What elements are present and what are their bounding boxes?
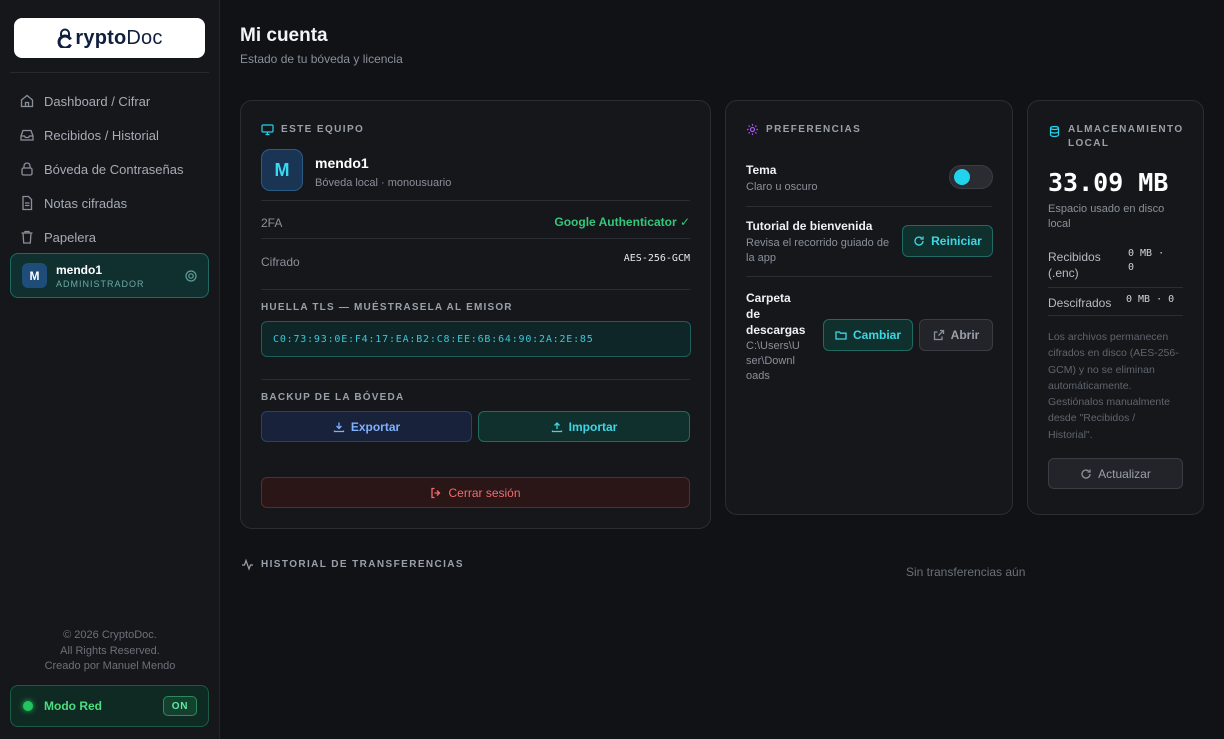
- received-label: Recibidos (.enc): [1048, 250, 1101, 280]
- open-folder-button[interactable]: Abrir: [919, 319, 993, 351]
- logo-text-bold: rypto: [75, 26, 127, 49]
- sidebar-item-label: Recibidos / Historial: [44, 127, 159, 143]
- network-mode-toggle[interactable]: Modo Red ON: [10, 685, 209, 727]
- logout-button[interactable]: Cerrar sesión: [261, 477, 690, 508]
- padlock-logo-icon: [57, 28, 73, 48]
- device-user-name: mendo1: [315, 155, 369, 171]
- upload-icon: [551, 421, 562, 432]
- user-name: mendo1: [56, 262, 103, 277]
- sidebar-item-label: Papelera: [44, 229, 97, 245]
- divider: [261, 200, 690, 201]
- sidebar-divider: [10, 72, 209, 73]
- tls-fingerprint-value[interactable]: C0:73:93:0E:F4:17:EA:B2:C8:EE:6B:64:90:2…: [261, 321, 691, 357]
- sidebar-item-label: Bóveda de Contraseñas: [44, 161, 184, 177]
- decrypted-label: Descifrados: [1048, 296, 1112, 310]
- tls-fingerprint-heading: HUELLA TLS — MUÉSTRASELA AL EMISOR: [261, 302, 513, 313]
- inbox-icon: [20, 129, 34, 141]
- export-button[interactable]: Exportar: [261, 411, 472, 442]
- twofa-status: Google Authenticator ✓: [554, 215, 690, 229]
- tutorial-subtitle: Revisa el recorrido guiado de la app: [746, 237, 890, 264]
- toggle-knob: [954, 169, 970, 185]
- settings-icon[interactable]: [184, 269, 198, 283]
- document-icon: [22, 195, 33, 211]
- decrypted-value: 0 MB · 0: [1126, 294, 1175, 305]
- app-logo[interactable]: rypto Doc: [14, 18, 205, 58]
- transfer-history-empty: Sin transferencias aún: [906, 565, 1026, 579]
- card-heading: PREFERENCIAS: [746, 123, 861, 136]
- local-storage-card: ALMACENAMIENTO LOCAL 33.09 MB Espacio us…: [1027, 100, 1204, 515]
- download-icon: [333, 422, 344, 432]
- sidebar-item-dashboard[interactable]: Dashboard / Cifrar: [10, 84, 209, 118]
- tutorial-title: Tutorial de bienvenida: [746, 219, 873, 233]
- storage-used-value: 33.09 MB: [1048, 168, 1169, 197]
- cipher-value: AES-256-GCM: [623, 253, 690, 264]
- theme-toggle[interactable]: [949, 165, 993, 189]
- storage-used-label: Espacio usado en disco local: [1048, 203, 1165, 230]
- sidebar-item-received[interactable]: Recibidos / Historial: [10, 118, 209, 152]
- copyright-text: © 2026 CryptoDoc.: [63, 629, 157, 641]
- logo-text-regular: Doc: [126, 26, 163, 49]
- divider: [261, 238, 690, 239]
- page-subtitle: Estado de tu bóveda y licencia: [240, 52, 403, 66]
- restart-tutorial-button[interactable]: Reiniciar: [902, 225, 993, 257]
- sidebar-footer: © 2026 CryptoDoc. All Rights Reserved. C…: [0, 628, 220, 675]
- page-title: Mi cuenta: [240, 25, 328, 46]
- sidebar-item-password-vault[interactable]: Bóveda de Contraseñas: [10, 152, 209, 186]
- device-avatar: M: [261, 149, 303, 191]
- divider: [1048, 287, 1183, 288]
- activity-icon: [242, 558, 253, 571]
- card-heading: ESTE EQUIPO: [261, 123, 364, 136]
- downloads-folder-path: C:\Users\U ser\Downl oads: [746, 340, 800, 382]
- divider: [1048, 315, 1183, 316]
- network-status-dot: [23, 701, 33, 711]
- logout-icon: [431, 487, 441, 498]
- sidebar-item-label: Dashboard / Cifrar: [44, 93, 151, 109]
- network-on-badge: ON: [163, 696, 197, 716]
- database-icon: [1049, 125, 1060, 138]
- sidebar: rypto Doc Dashboard / Cifrar Recibidos / …: [0, 0, 220, 739]
- device-description: Bóveda local · monousuario: [315, 177, 452, 189]
- storage-note: Los archivos permanecen cifrados en disc…: [1048, 331, 1179, 441]
- transfer-history-heading: HISTORIAL DE TRANSFERENCIAS: [241, 558, 464, 571]
- cipher-label: Cifrado: [261, 255, 300, 269]
- card-heading: ALMACENAMIENTO LOCAL: [1048, 123, 1184, 151]
- theme-subtitle: Claro u oscuro: [746, 181, 818, 193]
- change-folder-button[interactable]: Cambiar: [823, 319, 913, 351]
- divider: [746, 276, 992, 277]
- sidebar-item-trash[interactable]: Papelera: [10, 220, 209, 254]
- sidebar-item-encrypted-notes[interactable]: Notas cifradas: [10, 186, 209, 220]
- trash-icon: [21, 230, 33, 244]
- this-device-card: ESTE EQUIPO M mendo1 Bóveda local · mono…: [240, 100, 711, 529]
- sidebar-nav: Dashboard / Cifrar Recibidos / Historial…: [10, 84, 209, 254]
- refresh-storage-button[interactable]: Actualizar: [1048, 458, 1183, 489]
- author-text: Creado por Manuel Mendo: [44, 660, 176, 672]
- import-button[interactable]: Importar: [478, 411, 690, 442]
- user-role: ADMINISTRADOR: [56, 278, 145, 289]
- divider: [261, 379, 690, 380]
- gear-icon: [747, 124, 758, 135]
- home-icon: [20, 94, 34, 108]
- network-mode-label: Modo Red: [44, 699, 102, 713]
- theme-title: Tema: [746, 163, 777, 177]
- lock-icon: [21, 162, 33, 176]
- current-user-card[interactable]: M mendo1 ADMINISTRADOR: [10, 253, 209, 298]
- divider: [261, 289, 690, 290]
- folder-icon: [835, 331, 847, 340]
- preferences-card: PREFERENCIAS Tema Claro u oscuro Tutoria…: [725, 100, 1013, 515]
- twofa-label: 2FA: [261, 216, 283, 230]
- refresh-icon: [1081, 468, 1091, 479]
- monitor-icon: [261, 124, 274, 136]
- avatar: M: [22, 263, 47, 288]
- external-link-icon: [933, 329, 944, 341]
- divider: [746, 206, 992, 207]
- refresh-icon: [914, 236, 924, 246]
- sidebar-item-label: Notas cifradas: [44, 195, 128, 211]
- downloads-folder-title: Carpeta de descargas: [746, 291, 806, 337]
- backup-heading: BACKUP DE LA BÓVEDA: [261, 392, 405, 403]
- rights-text: All Rights Reserved.: [60, 644, 160, 657]
- received-value: 0 MB · 0: [1128, 248, 1165, 273]
